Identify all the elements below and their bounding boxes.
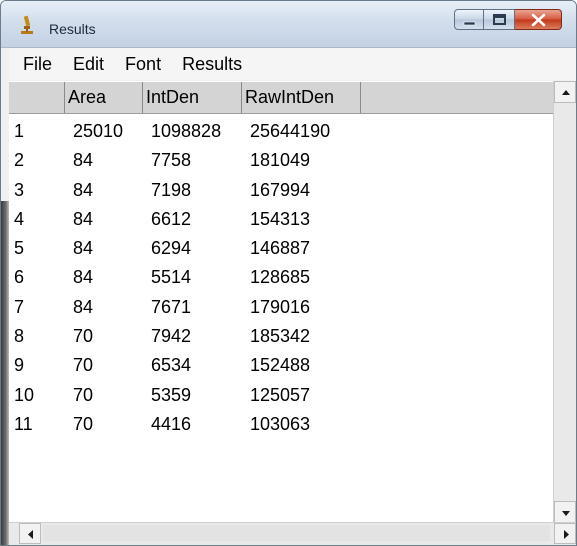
cell-area: 70 xyxy=(73,326,94,347)
cell-rawintden: 154313 xyxy=(250,208,311,229)
cell-rawintden: 179016 xyxy=(250,296,311,317)
cell-area: 25010 xyxy=(73,121,124,141)
horizontal-scroll-track[interactable] xyxy=(43,525,550,541)
cell-index: 3 xyxy=(14,179,25,200)
cell-index: 5 xyxy=(14,238,25,259)
column-header-rawintden[interactable]: RawIntDen xyxy=(242,82,361,113)
cell-rawintden: 125057 xyxy=(250,384,311,405)
cell-index: 1 xyxy=(14,121,25,141)
arrow-up-icon xyxy=(562,90,570,95)
cell-index: 9 xyxy=(14,355,25,376)
caption-buttons xyxy=(454,9,562,31)
scroll-right-button[interactable] xyxy=(554,523,576,544)
cell-rawintden: 146887 xyxy=(250,238,311,259)
column-header-index[interactable] xyxy=(9,82,65,113)
cell-rawintden: 152488 xyxy=(250,355,311,376)
column-header-area[interactable]: Area xyxy=(65,82,143,113)
scroll-left-button[interactable] xyxy=(19,523,41,544)
arrow-down-icon xyxy=(562,511,570,516)
minimize-button[interactable] xyxy=(454,9,484,30)
menu-file[interactable]: File xyxy=(9,48,61,80)
cell-index: 2 xyxy=(14,150,25,171)
cell-area: 84 xyxy=(73,238,94,259)
horizontal-scrollbar[interactable] xyxy=(9,522,576,545)
cell-intden: 6534 xyxy=(151,355,192,376)
cell-area: 70 xyxy=(73,384,94,405)
cell-intden: 7942 xyxy=(151,326,192,347)
cell-intden: 6294 xyxy=(151,238,192,259)
column-header-empty xyxy=(361,82,553,113)
cell-intden: 1098828 xyxy=(151,121,222,141)
microscope-icon xyxy=(19,15,35,35)
cell-intden: 7758 xyxy=(151,150,192,171)
arrow-right-icon xyxy=(564,530,569,539)
cell-intden: 6612 xyxy=(151,208,192,229)
menu-results[interactable]: Results xyxy=(170,48,251,80)
cell-area: 70 xyxy=(73,413,94,434)
menu-edit[interactable]: Edit xyxy=(61,48,113,80)
close-icon xyxy=(531,13,546,27)
cell-rawintden: 167994 xyxy=(250,179,311,200)
cell-index: 11 xyxy=(14,413,33,434)
cell-index: 7 xyxy=(14,296,25,317)
cell-rawintden: 185342 xyxy=(250,326,311,347)
table-header: Area IntDen RawIntDen xyxy=(9,81,553,114)
window-title: Results xyxy=(49,21,96,37)
cell-index: 4 xyxy=(14,208,25,229)
cell-intden: 7198 xyxy=(151,179,192,200)
cell-rawintden: 181049 xyxy=(250,150,311,171)
maximize-button[interactable] xyxy=(484,9,515,30)
arrow-left-icon xyxy=(28,530,33,539)
cell-rawintden: 103063 xyxy=(250,413,311,434)
cell-area: 84 xyxy=(73,179,94,200)
cell-index: 8 xyxy=(14,326,25,347)
results-table: Area IntDen RawIntDen 1 25010 1098828 25644… xyxy=(9,81,576,545)
cell-area: 84 xyxy=(73,150,94,171)
cell-intden: 5359 xyxy=(151,384,192,405)
maximize-icon xyxy=(493,14,506,25)
minimize-icon xyxy=(463,21,476,26)
scroll-down-button[interactable] xyxy=(554,501,576,523)
results-window: Results File Edit Font Results Area IntD… xyxy=(0,0,577,546)
cell-intden: 7671 xyxy=(151,296,192,317)
menu-bar: File Edit Font Results xyxy=(9,48,576,80)
window-edge-shadow xyxy=(1,201,9,545)
cell-intden: 4416 xyxy=(151,413,192,434)
cell-area: 84 xyxy=(73,267,94,288)
scroll-up-button[interactable] xyxy=(554,81,576,103)
menu-font[interactable]: Font xyxy=(113,48,170,80)
vertical-scrollbar[interactable] xyxy=(553,81,576,523)
cell-rawintden: 128685 xyxy=(250,267,311,288)
cell-area: 70 xyxy=(73,355,94,376)
cell-rawintden: 25644190 xyxy=(250,121,331,141)
column-header-intden[interactable]: IntDen xyxy=(143,82,242,113)
cell-index: 6 xyxy=(14,267,25,288)
cell-area: 84 xyxy=(73,208,94,229)
title-bar[interactable]: Results xyxy=(1,1,576,48)
close-button[interactable] xyxy=(515,9,562,30)
cell-area: 84 xyxy=(73,296,94,317)
cell-index: 10 xyxy=(14,384,35,405)
cell-intden: 5514 xyxy=(151,267,192,288)
